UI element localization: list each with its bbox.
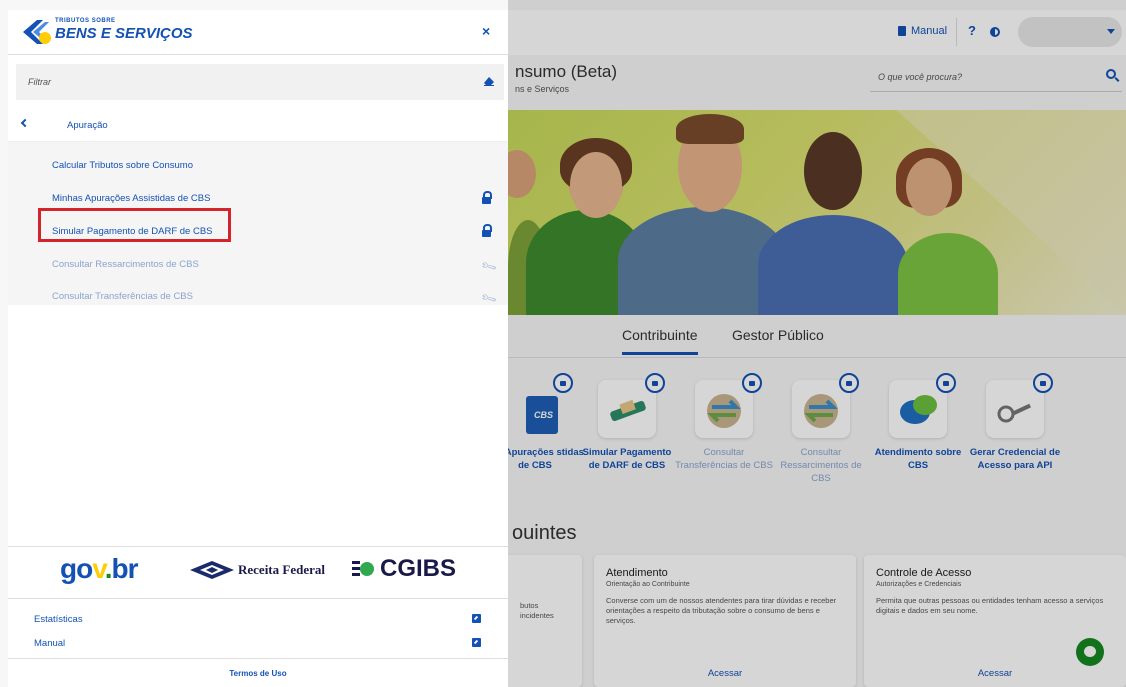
logo-title: BENS E SERVIÇOS xyxy=(55,25,193,42)
eraser-icon[interactable] xyxy=(484,77,494,86)
footer-link-label: Estatísticas xyxy=(34,614,83,625)
logo-icon xyxy=(23,20,51,44)
footer-link-manual[interactable]: Manual xyxy=(8,630,508,660)
menu-item-consultar-transferencias: Consultar Transferências de CBS 🔧︎ xyxy=(8,281,508,313)
lock-icon xyxy=(482,191,492,205)
highlight-box xyxy=(38,208,231,242)
menu-item-label: Calcular Tributos sobre Consumo xyxy=(52,160,193,171)
side-drawer: TRIBUTOS SOBRE BENS E SERVIÇOS × Apuraçã… xyxy=(8,10,508,687)
external-link-icon xyxy=(472,638,481,647)
receita-federal-icon xyxy=(190,561,234,579)
menu-group-apuracao: Apuração Calcular Tributos sobre Consumo… xyxy=(8,108,508,308)
menu-item-calcular-tributos[interactable]: Calcular Tributos sobre Consumo xyxy=(8,150,508,182)
cgibs-logo: CGIBS xyxy=(352,555,456,583)
partner-logos: gov.br Receita Federal CGIBS xyxy=(8,546,508,596)
receita-federal-text: Receita Federal xyxy=(238,562,325,577)
menu-item-consultar-ressarcimentos: Consultar Ressarcimentos de CBS 🔧︎ xyxy=(8,249,508,281)
filter-input[interactable] xyxy=(16,64,456,100)
lock-icon xyxy=(482,224,492,238)
footer-link-label: Manual xyxy=(34,638,66,649)
menu-item-label: Consultar Ressarcimentos de CBS xyxy=(52,259,199,270)
wrench-icon: 🔧︎ xyxy=(480,258,499,276)
terms-of-use-link[interactable]: Termos de Uso xyxy=(8,658,508,687)
menu-back-button[interactable]: Apuração xyxy=(8,108,508,142)
cgibs-text: CGIBS xyxy=(380,555,457,582)
wrench-icon: 🔧︎ xyxy=(480,290,499,308)
external-link-icon xyxy=(472,614,481,623)
close-icon[interactable]: × xyxy=(482,23,490,39)
logo-small-text: TRIBUTOS SOBRE xyxy=(55,18,116,24)
receita-federal-logo: Receita Federal xyxy=(190,561,325,579)
filter-box xyxy=(16,64,504,100)
menu-back-label: Apuração xyxy=(67,120,108,131)
menu-item-label: Minhas Apurações Assistidas de CBS xyxy=(52,193,211,204)
drawer-footer-links: Estatísticas Manual xyxy=(8,598,508,658)
govbr-logo: gov.br xyxy=(60,553,139,584)
modal-overlay[interactable] xyxy=(508,0,1126,687)
drawer-header: TRIBUTOS SOBRE BENS E SERVIÇOS × xyxy=(8,10,508,55)
menu-item-label: Consultar Transferências de CBS xyxy=(52,291,193,302)
chevron-left-icon xyxy=(20,118,30,128)
cgibs-icon xyxy=(352,561,374,576)
